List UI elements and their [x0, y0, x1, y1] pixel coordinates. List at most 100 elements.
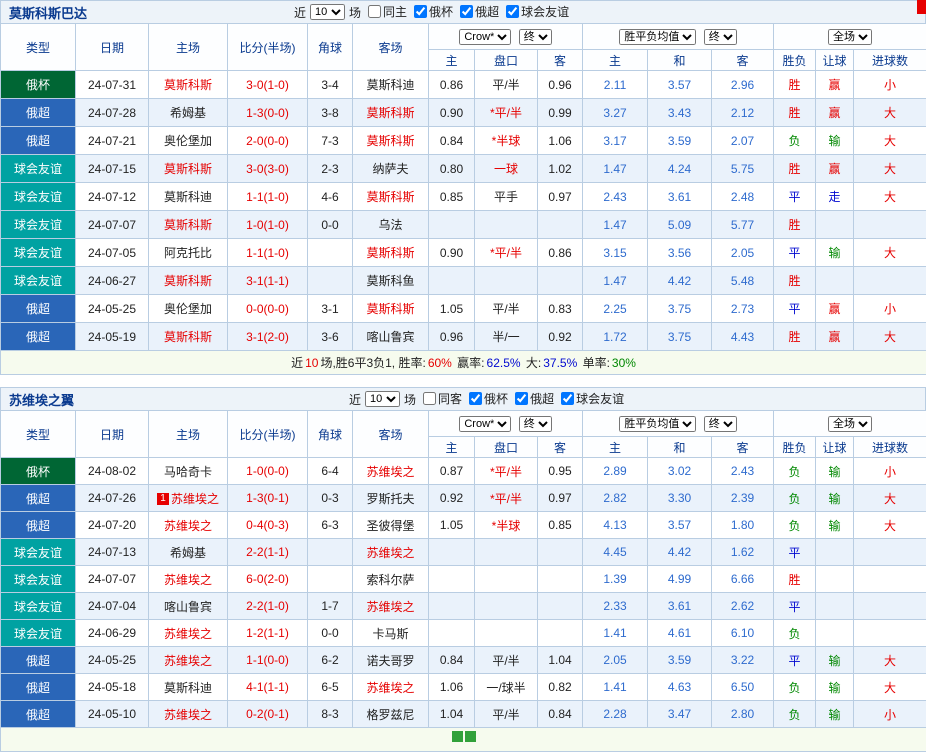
filter-checkbox[interactable]: 俄杯 — [409, 3, 453, 20]
filter-checkbox[interactable]: 同客 — [418, 390, 462, 407]
filter-checkbox[interactable]: 俄超 — [510, 390, 554, 407]
checkbox-球会友谊[interactable] — [561, 392, 574, 405]
cell-goals-result: 小 — [854, 295, 926, 323]
avg-final-select[interactable]: 终 — [704, 29, 737, 45]
cell-goals-result: 大 — [854, 99, 926, 127]
col-score: 比分(半场) — [228, 411, 308, 458]
cell-handicap: 平手 — [475, 183, 538, 211]
avg-type-select[interactable]: 胜平负均值 — [619, 29, 696, 45]
match-count-select[interactable]: 10 — [365, 391, 400, 407]
sub-handicap: 盘口 — [475, 50, 538, 71]
cell-handicap: 一球 — [475, 155, 538, 183]
home-team-summary: 近10场,胜6平3负1, 胜率:60% 赢率:62.5% 大:37.5% 单率:… — [1, 351, 926, 375]
summary-text: 10 — [305, 356, 318, 370]
match-count-select[interactable]: 10 — [310, 4, 345, 20]
cell-avg-home: 1.41 — [583, 620, 648, 647]
cell-league: 球会友谊 — [1, 566, 76, 593]
sub-result: 胜负 — [774, 50, 816, 71]
checkbox-俄杯[interactable] — [469, 392, 482, 405]
home-team-rows: 俄杯24-07-31莫斯科斯3-0(1-0)3-4莫斯科迪0.86平/半0.96… — [1, 71, 926, 351]
summary-text: 赢率: — [454, 356, 485, 370]
cell-odds-home: 0.87 — [429, 458, 475, 485]
away-team-name: 苏维埃之翼 — [9, 390, 74, 409]
cell-league: 俄超 — [1, 127, 76, 155]
filter-checkbox[interactable]: 球会友谊 — [556, 390, 624, 407]
away-team-rows: 俄杯24-08-02马哈奇卡1-0(0-0)6-4苏维埃之0.87*平/半0.9… — [1, 458, 926, 728]
cell-away-team: 苏维埃之 — [353, 539, 429, 566]
col-away: 客场 — [353, 411, 429, 458]
cell-away-team: 卡马斯 — [353, 620, 429, 647]
filter-checkbox[interactable]: 俄杯 — [464, 390, 508, 407]
summary-marker — [452, 731, 463, 742]
cell-goals-result — [854, 566, 926, 593]
avg-type-select[interactable]: 胜平负均值 — [619, 416, 696, 432]
cell-handicap-result — [816, 593, 854, 620]
checkbox-俄超[interactable] — [460, 5, 473, 18]
cell-date: 24-05-25 — [76, 295, 149, 323]
cell-avg-away: 5.48 — [712, 267, 774, 295]
cell-odds-away — [538, 620, 583, 647]
cell-odds-away: 0.86 — [538, 239, 583, 267]
cell-goals-result: 大 — [854, 674, 926, 701]
avg-final-select[interactable]: 终 — [704, 416, 737, 432]
cell-avg-home: 1.72 — [583, 323, 648, 351]
near-label: 近 — [294, 4, 306, 21]
match-row: 球会友谊24-07-12莫斯科迪1-1(1-0)4-6莫斯科斯0.85平手0.9… — [1, 183, 926, 211]
cell-result: 平 — [774, 593, 816, 620]
match-row: 俄杯24-07-31莫斯科斯3-0(1-0)3-4莫斯科迪0.86平/半0.96… — [1, 71, 926, 99]
checkbox-俄杯[interactable] — [414, 5, 427, 18]
cell-away-team: 格罗兹尼 — [353, 701, 429, 728]
odds-company-select[interactable]: Crow* — [459, 416, 511, 432]
checkbox-球会友谊[interactable] — [506, 5, 519, 18]
cell-handicap — [475, 267, 538, 295]
cell-corners: 6-2 — [308, 647, 353, 674]
filter-checkbox[interactable]: 同主 — [363, 3, 407, 20]
cell-avg-draw: 4.42 — [648, 539, 712, 566]
cell-odds-home: 0.96 — [429, 323, 475, 351]
cell-goals-result: 小 — [854, 701, 926, 728]
cell-goals-result: 小 — [854, 71, 926, 99]
cell-score: 1-2(1-1) — [228, 620, 308, 647]
cell-avg-draw: 5.09 — [648, 211, 712, 239]
odds-group-header: Crow* 终 — [429, 411, 583, 437]
checkbox-同主[interactable] — [368, 5, 381, 18]
cell-away-team: 苏维埃之 — [353, 458, 429, 485]
filter-checkbox[interactable]: 球会友谊 — [501, 3, 569, 20]
cell-odds-home: 1.06 — [429, 674, 475, 701]
cell-corners: 0-0 — [308, 211, 353, 239]
away-team-history-table: 类型 日期 主场 比分(半场) 角球 客场 Crow* 终 胜平负均值 终 全场 — [0, 410, 926, 752]
cell-odds-home: 0.84 — [429, 647, 475, 674]
sub-avg-draw: 和 — [648, 437, 712, 458]
cell-avg-home: 1.41 — [583, 674, 648, 701]
league-filter-checkboxes: 同主俄杯俄超球会友谊 — [363, 3, 571, 21]
odds-company-select[interactable]: Crow* — [459, 29, 511, 45]
cell-handicap: 平/半 — [475, 295, 538, 323]
cell-avg-home: 1.47 — [583, 155, 648, 183]
match-row: 俄超24-05-19莫斯科斯3-1(2-0)3-6喀山鲁宾0.96半/一0.92… — [1, 323, 926, 351]
scope-select[interactable]: 全场 — [828, 416, 872, 432]
cell-home-team: 苏维埃之 — [149, 512, 228, 539]
odds-final-select[interactable]: 终 — [519, 29, 552, 45]
odds-final-select[interactable]: 终 — [519, 416, 552, 432]
cell-avg-draw: 4.63 — [648, 674, 712, 701]
scope-select[interactable]: 全场 — [828, 29, 872, 45]
home-team-name: 莫斯科斯巴达 — [9, 3, 87, 22]
cell-league: 球会友谊 — [1, 239, 76, 267]
sub-avg-away: 客 — [712, 437, 774, 458]
cell-avg-away: 6.66 — [712, 566, 774, 593]
cell-result: 胜 — [774, 211, 816, 239]
cell-odds-away: 0.84 — [538, 701, 583, 728]
filter-checkbox[interactable]: 俄超 — [455, 3, 499, 20]
cell-date: 24-07-04 — [76, 593, 149, 620]
checkbox-俄超[interactable] — [515, 392, 528, 405]
cell-score: 1-3(0-1) — [228, 485, 308, 512]
sub-odds-home: 主 — [429, 437, 475, 458]
cell-date: 24-07-12 — [76, 183, 149, 211]
cell-date: 24-05-19 — [76, 323, 149, 351]
avg-group-header: 胜平负均值 终 — [583, 411, 774, 437]
summary-marker — [465, 731, 476, 742]
cell-avg-away: 2.96 — [712, 71, 774, 99]
cell-handicap-result: 输 — [816, 674, 854, 701]
cell-avg-away: 2.05 — [712, 239, 774, 267]
checkbox-同客[interactable] — [423, 392, 436, 405]
